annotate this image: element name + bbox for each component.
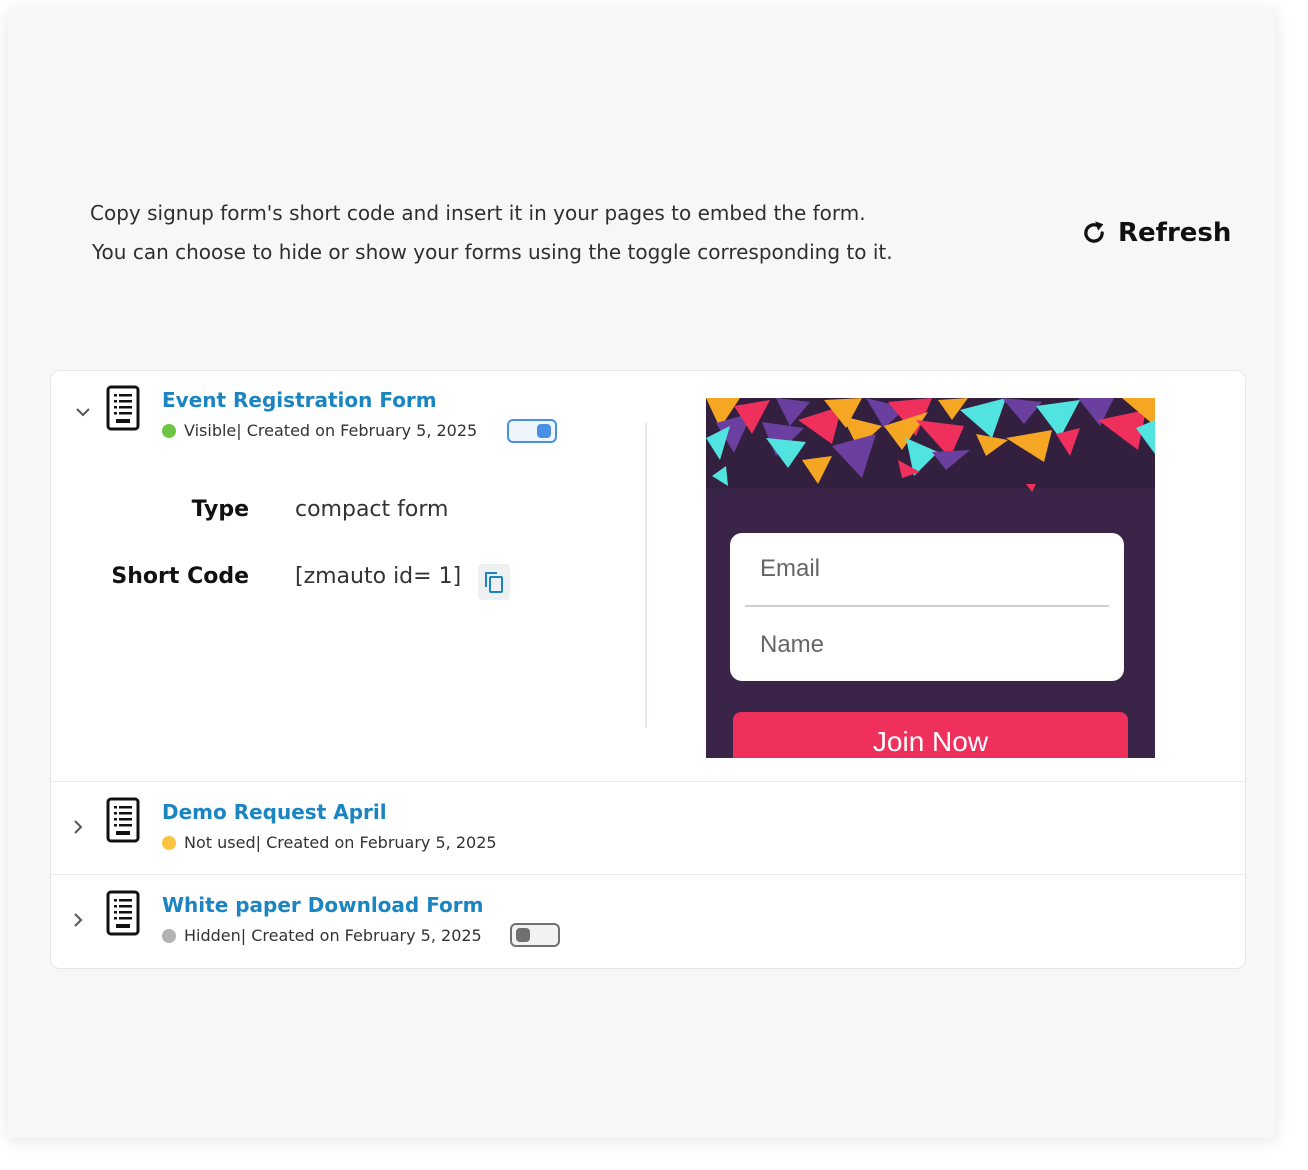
field-divider [745, 605, 1109, 607]
email-field[interactable]: Email [760, 555, 820, 583]
join-now-button[interactable]: Join Now [733, 712, 1128, 758]
shortcode-label: Short Code [111, 564, 249, 589]
chevron-right-icon[interactable] [70, 819, 86, 835]
form-title[interactable]: Event Registration Form [162, 388, 437, 412]
row-divider [51, 781, 1245, 782]
form-document-icon [106, 797, 140, 843]
vertical-divider [645, 423, 647, 728]
row-divider [51, 874, 1245, 875]
form-status: Not used | Created on February 5, 2025 [162, 833, 497, 852]
status-dot-visible [162, 423, 176, 438]
type-value: compact form [295, 497, 449, 522]
signup-fields: Email Name [730, 533, 1124, 681]
chevron-down-icon[interactable] [75, 404, 91, 420]
status-dot-hidden [162, 928, 176, 943]
forms-list: Event Registration Form Visible | Create… [50, 370, 1246, 969]
refresh-label: Refresh [1118, 218, 1232, 248]
form-status: Visible | Created on February 5, 2025 [162, 421, 477, 440]
status-label: Hidden [184, 926, 241, 945]
visibility-toggle[interactable] [507, 419, 557, 443]
created-date: | Created on February 5, 2025 [255, 833, 497, 852]
refresh-icon [1084, 221, 1104, 243]
status-dot-not-used [162, 835, 176, 850]
instructions-line-1: Copy signup form's short code and insert… [90, 201, 866, 225]
forms-panel: Copy signup form's short code and insert… [8, 8, 1276, 1138]
form-title[interactable]: Demo Request April [162, 800, 387, 824]
status-label: Not used [184, 833, 256, 852]
visibility-toggle[interactable] [510, 923, 560, 947]
form-document-icon [106, 385, 140, 431]
confetti-decoration [706, 398, 1155, 492]
form-title[interactable]: White paper Download Form [162, 893, 483, 917]
toggle-knob [516, 928, 530, 942]
instructions-line-2: You can choose to hide or show your form… [92, 240, 893, 264]
status-label: Visible [184, 421, 237, 440]
copy-icon [485, 572, 503, 593]
refresh-button[interactable]: Refresh [1080, 214, 1231, 252]
name-field[interactable]: Name [760, 631, 824, 659]
toggle-knob [537, 424, 551, 438]
form-document-icon [106, 890, 140, 936]
copy-shortcode-button[interactable] [478, 564, 510, 600]
created-date: | Created on February 5, 2025 [236, 421, 478, 440]
shortcode-value: [zmauto id= 1] [295, 564, 462, 589]
form-status: Hidden | Created on February 5, 2025 [162, 926, 482, 945]
instructions: Copy signup form's short code and insert… [90, 194, 893, 272]
type-label: Type [191, 497, 249, 522]
chevron-right-icon[interactable] [70, 912, 86, 928]
form-preview: Email Name Join Now [706, 398, 1155, 758]
created-date: | Created on February 5, 2025 [240, 926, 482, 945]
